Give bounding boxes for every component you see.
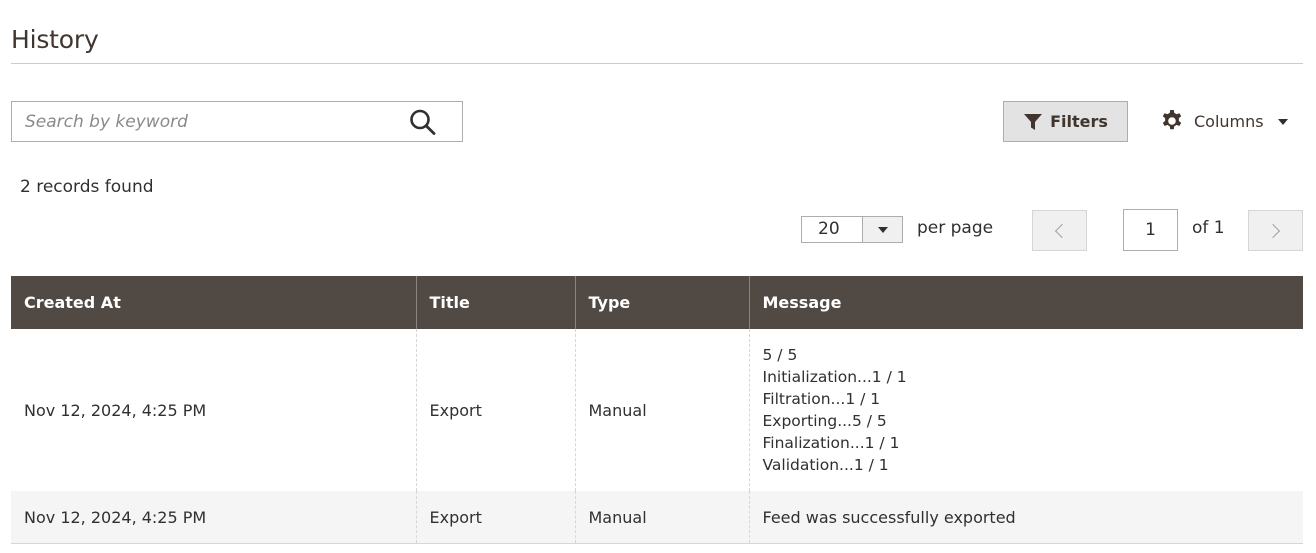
message-line: Validation...1 / 1 — [762, 456, 889, 474]
message-line: Initialization...1 / 1 — [762, 368, 907, 386]
message-lines: 5 / 5 Initialization...1 / 1 Filtration.… — [763, 344, 1291, 476]
search-icon[interactable] — [408, 108, 438, 136]
chevron-left-icon — [1054, 223, 1070, 238]
current-page-input[interactable] — [1123, 209, 1178, 251]
title-divider — [11, 63, 1303, 64]
message-line: Exporting...5 / 5 — [762, 412, 887, 430]
cell-title: Export — [415, 491, 575, 544]
per-page-label: per page — [917, 218, 994, 238]
cell-message: Feed was successfully exported — [748, 491, 1303, 544]
columns-label: Columns — [1194, 111, 1264, 131]
per-page-toggle[interactable] — [862, 217, 902, 242]
message-line: Filtration...1 / 1 — [762, 390, 881, 408]
cell-type: Manual — [574, 491, 749, 544]
message-line: Finalization...1 / 1 — [762, 434, 900, 452]
message-line: 5 / 5 — [762, 346, 798, 364]
records-found-text: 2 records found — [20, 177, 154, 197]
columns-dropdown[interactable]: Columns — [1160, 106, 1288, 136]
cell-title: Export — [415, 329, 575, 491]
per-page-value: 20 — [818, 219, 840, 239]
column-header-type[interactable]: Type — [574, 276, 749, 329]
grid-header-row: Created At Title Type Message — [11, 276, 1303, 329]
search-box — [11, 101, 463, 142]
filter-icon — [1024, 113, 1043, 130]
cell-created-at: Nov 12, 2024, 4:25 PM — [11, 491, 416, 544]
filters-button[interactable]: Filters — [1003, 101, 1128, 142]
table-row[interactable]: Nov 12, 2024, 4:25 PM Export Manual 5 / … — [11, 329, 1303, 491]
filters-label: Filters — [1050, 112, 1108, 131]
next-page-button[interactable] — [1248, 210, 1303, 251]
cell-type: Manual — [574, 329, 749, 491]
column-header-message[interactable]: Message — [748, 276, 1303, 329]
page-total-text: of 1 — [1192, 218, 1225, 238]
cell-message: 5 / 5 Initialization...1 / 1 Filtration.… — [748, 329, 1303, 491]
page-title: History — [11, 24, 99, 54]
chevron-right-icon — [1265, 223, 1281, 238]
cell-created-at: Nov 12, 2024, 4:25 PM — [11, 329, 416, 491]
per-page-select[interactable]: 20 — [801, 216, 903, 243]
table-row[interactable]: Nov 12, 2024, 4:25 PM Export Manual Feed… — [11, 491, 1303, 544]
column-header-title[interactable]: Title — [415, 276, 575, 329]
caret-down-icon — [877, 226, 888, 233]
caret-down-icon — [1277, 119, 1288, 125]
previous-page-button[interactable] — [1032, 210, 1087, 251]
gear-icon — [1162, 110, 1182, 130]
column-header-created-at[interactable]: Created At — [11, 276, 416, 329]
history-grid: Created At Title Type Message Nov 12, 20… — [11, 276, 1303, 544]
search-input[interactable] — [12, 102, 415, 141]
